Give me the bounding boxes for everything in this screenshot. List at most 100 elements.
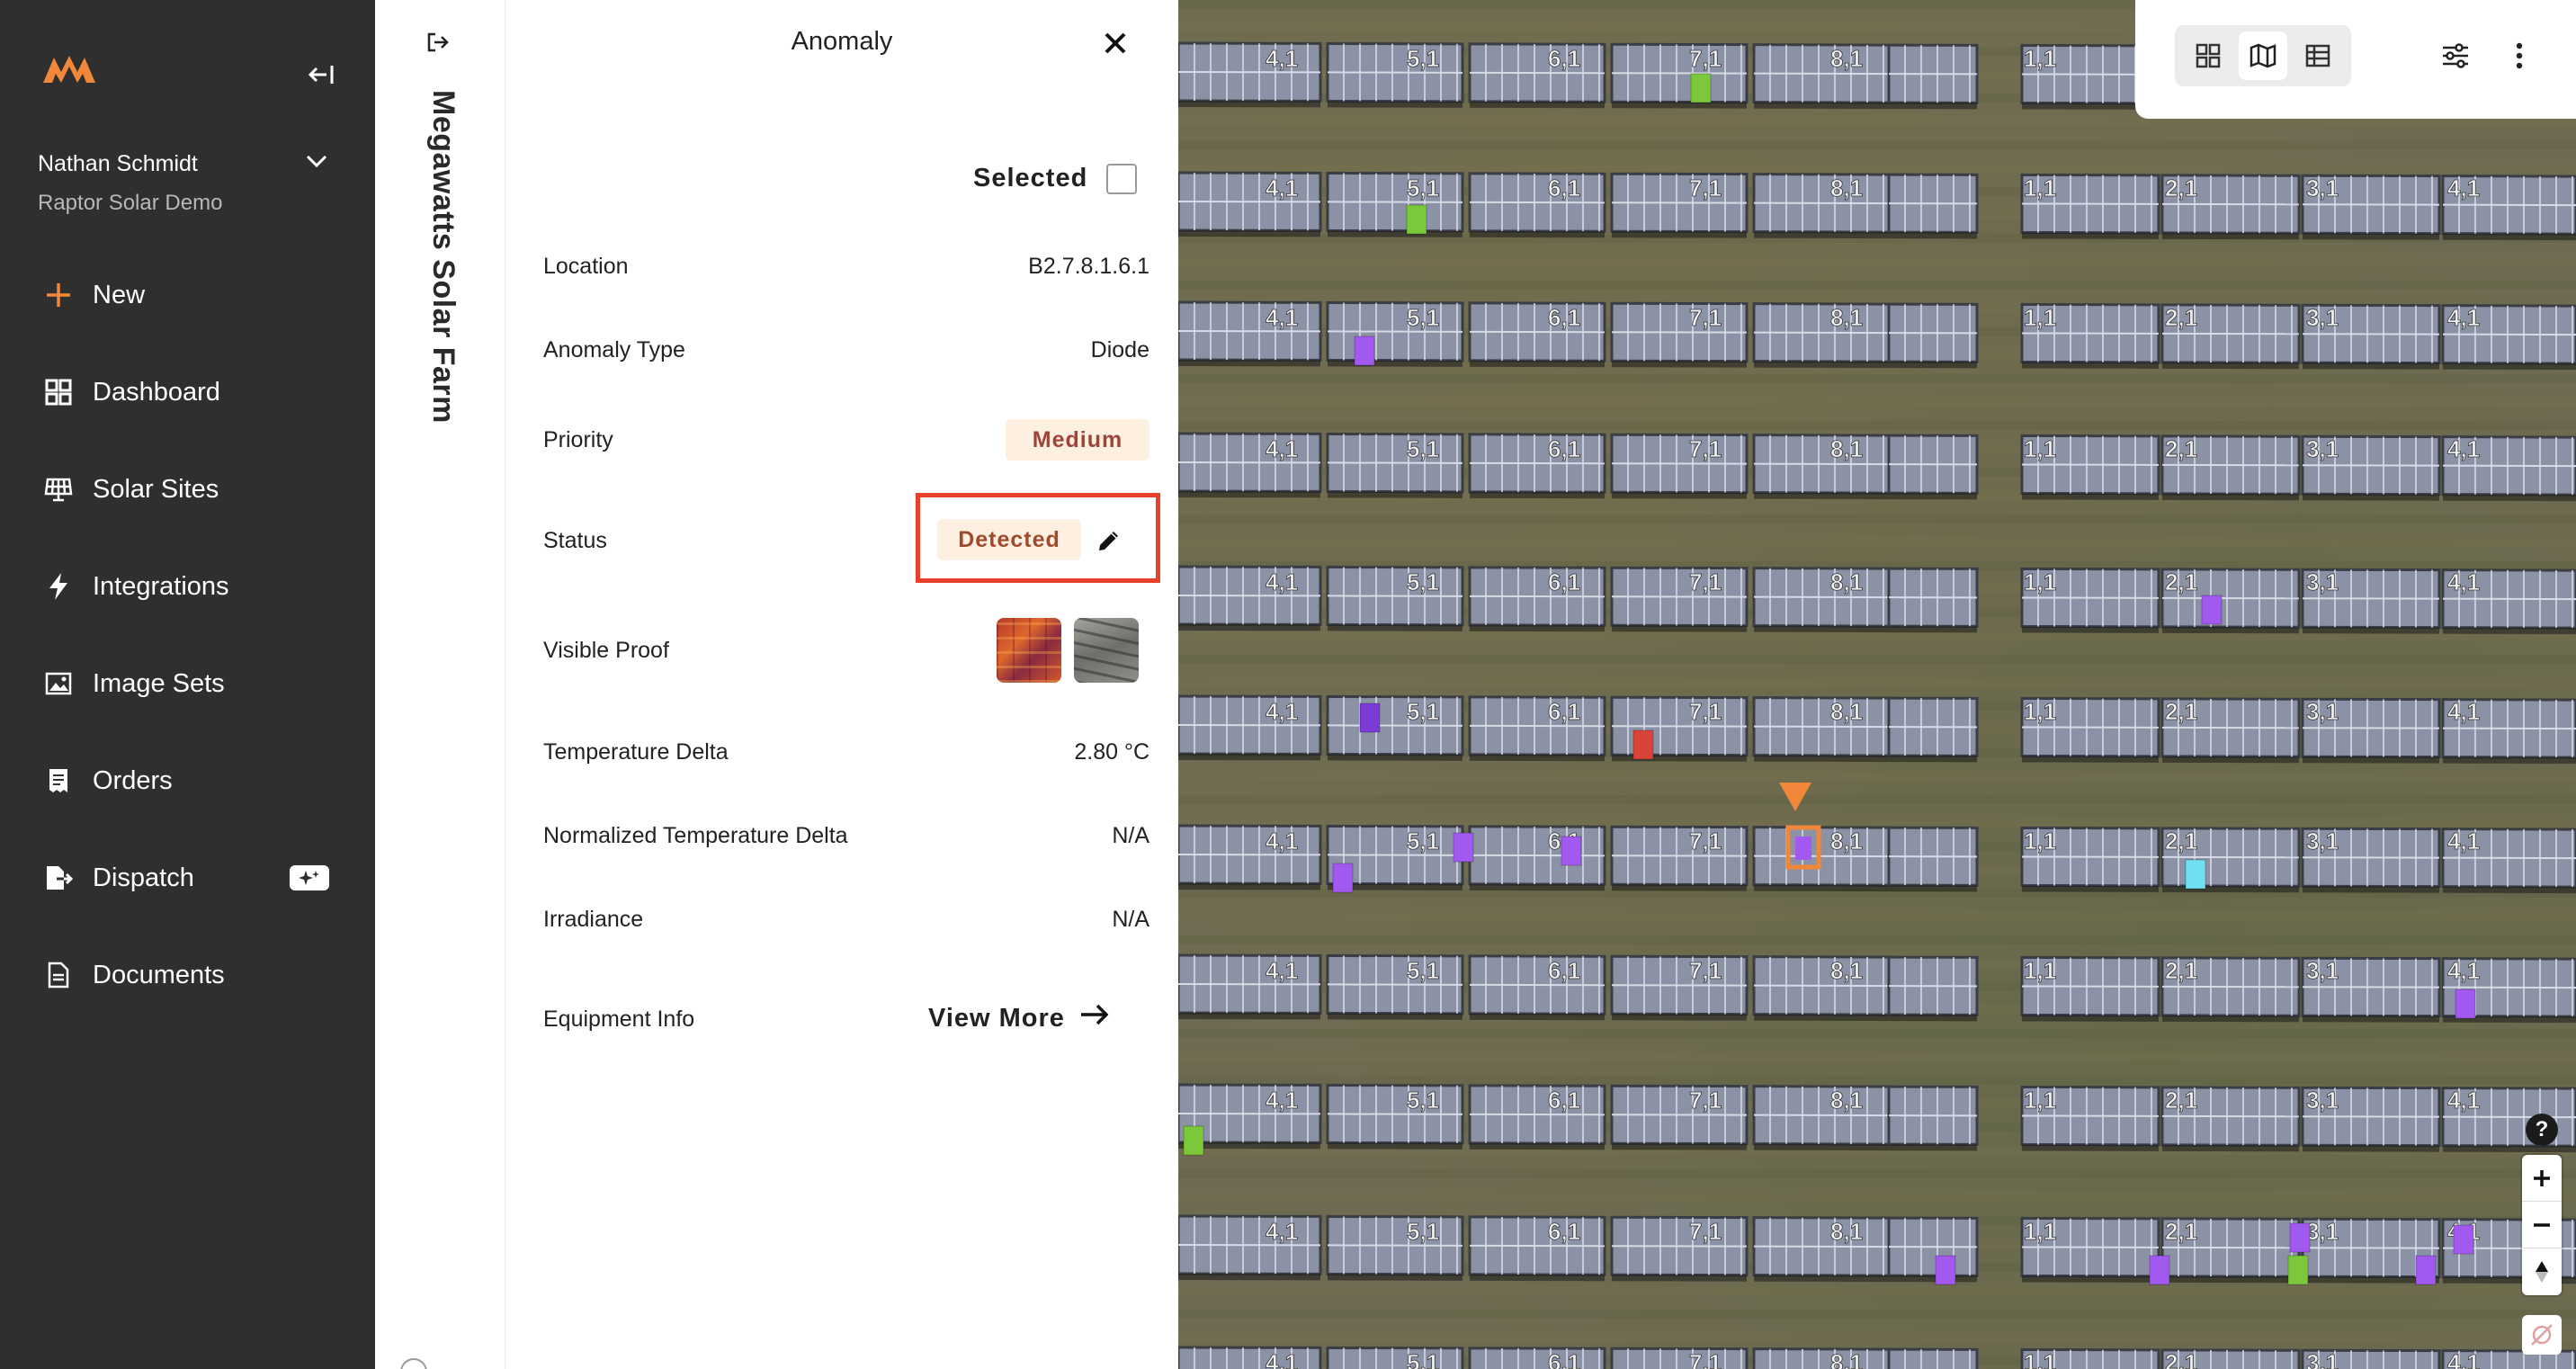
organization-name: Raptor Solar Demo [38, 191, 223, 215]
selected-anomaly-marker [1795, 837, 1811, 860]
irradiance-label: Irradiance [543, 907, 644, 932]
panel-shadow [1754, 492, 1889, 500]
block-label: 4,1 [2447, 1087, 2480, 1114]
panel-shadow [1754, 755, 1889, 763]
status-label: Status [543, 528, 607, 553]
sidebar-item-label: Integrations [93, 571, 229, 601]
block-label: 2,1 [2165, 1218, 2197, 1245]
block-label: 2,1 [2165, 1087, 2197, 1114]
block-label: 3,1 [2306, 957, 2339, 984]
raptor-logo-icon[interactable] [41, 52, 97, 86]
zoom-in-button[interactable] [2522, 1155, 2562, 1202]
table-view-icon[interactable] [2294, 31, 2342, 80]
map-canvas[interactable]: 4,1 5,1 6,1 7,1 8,1 1,1 4,1 5,1 6,1 7,1 8,1 1,1 2,1 3… [1178, 0, 2576, 1369]
block-label: 8,1 [1830, 698, 1863, 725]
panel-shadow [2022, 626, 2159, 633]
block-label: 3,1 [2306, 435, 2339, 462]
sidebar-item-label: Dashboard [93, 377, 220, 407]
edit-pencil-icon[interactable] [1094, 525, 1124, 556]
location-value: B2.7.8.1.6.1 [1028, 254, 1149, 279]
view-more-button[interactable]: View More [928, 1000, 1110, 1036]
anomaly-panel: Anomaly Selected Location B2.7.8.1.6.1 A… [505, 0, 1178, 1369]
grass-texture [1178, 1193, 2576, 1202]
panel-shadow [1328, 360, 1462, 367]
panel-shadow [2443, 233, 2576, 241]
anomaly-marker [2455, 989, 2476, 1019]
sidebar-item-new[interactable]: New [0, 259, 375, 331]
help-icon[interactable]: ? [2526, 1114, 2558, 1146]
grass-texture [1178, 1310, 2576, 1319]
sidebar-item-image-sets[interactable]: Image Sets [0, 648, 375, 720]
compass-icon[interactable] [2522, 1248, 2562, 1295]
solar-map[interactable]: 4,1 5,1 6,1 7,1 8,1 1,1 4,1 5,1 6,1 7,1 8,1 1,1 2,1 3… [1178, 0, 2576, 1369]
block-label: 8,1 [1830, 828, 1863, 855]
sidebar-item-dashboard[interactable]: Dashboard [0, 356, 375, 428]
chevron-down-icon[interactable] [304, 151, 329, 171]
panel-shadow [1328, 1013, 1462, 1020]
sidebar-item-integrations[interactable]: Integrations [0, 550, 375, 622]
sidebar-item-label: Dispatch [93, 863, 194, 892]
grass-texture [1178, 1029, 2576, 1038]
panel-shadow [2162, 1275, 2299, 1284]
anomaly-marker [2149, 1255, 2170, 1285]
block-label: 8,1 [1830, 45, 1863, 72]
normalized-temp-delta-label: Normalized Temperature Delta [543, 823, 848, 848]
sidebar-item-documents[interactable]: Documents [0, 939, 375, 1011]
close-icon[interactable] [1097, 25, 1133, 61]
anomaly-type-value: Diode [1090, 337, 1149, 362]
grass-texture [1178, 1076, 2576, 1085]
panel-shadow [2022, 1015, 2159, 1022]
block-label: 7,1 [1689, 304, 1722, 331]
block-label: 4,1 [1266, 828, 1298, 855]
panel-shadow [1328, 101, 1462, 108]
zoom-out-button[interactable] [2522, 1202, 2562, 1248]
block-label: 8,1 [1830, 1087, 1863, 1114]
block-label: 3,1 [2306, 1349, 2339, 1369]
panel-shadow [1178, 1013, 1320, 1020]
block-label: 8,1 [1830, 957, 1863, 984]
block-label: 2,1 [2165, 957, 2197, 984]
info-icon[interactable] [400, 1358, 427, 1369]
panel-shadow [2443, 362, 2576, 371]
sidebar-item-label: Orders [93, 765, 173, 795]
site-strip: Megawatts Solar Farm [375, 0, 505, 1369]
view-more-label: View More [928, 1003, 1065, 1033]
panel-shadow [2443, 627, 2576, 635]
panel-shadow [2022, 232, 2159, 239]
block-label: 5,1 [1407, 828, 1439, 855]
block-label: 6,1 [1548, 45, 1580, 72]
map-view-icon[interactable] [2238, 31, 2287, 80]
block-label: 6,1 [1548, 435, 1580, 462]
panel-shadow [1754, 1275, 1889, 1283]
anomaly-marker [1332, 863, 1354, 893]
panel-shadow [1889, 103, 1977, 110]
selected-checkbox[interactable] [1106, 164, 1137, 194]
user-name[interactable]: Nathan Schmidt [38, 151, 198, 177]
panel-shadow [2303, 233, 2439, 240]
panel-shadow [2022, 362, 2159, 369]
panel-shadow [2303, 1016, 2439, 1023]
priority-badge: Medium [1006, 419, 1149, 461]
sidebar-item-orders[interactable]: Orders [0, 745, 375, 817]
sidebar-item-dispatch[interactable]: Dispatch [0, 842, 375, 914]
panel-shadow [1178, 754, 1320, 761]
grass-texture [1178, 514, 2576, 523]
block-label: 3,1 [2306, 1218, 2339, 1245]
block-label: 1,1 [2024, 698, 2056, 725]
sidebar-item-solar-sites[interactable]: Solar Sites [0, 453, 375, 525]
thermal-proof-thumbnail[interactable] [997, 618, 1061, 683]
exit-site-icon[interactable] [420, 27, 456, 58]
solar-panel-icon [43, 474, 74, 505]
block-label: 7,1 [1689, 174, 1722, 201]
locate-off-icon[interactable] [2522, 1315, 2562, 1355]
more-vertical-icon[interactable] [2506, 40, 2533, 72]
block-label: 2,1 [2165, 828, 2197, 855]
panel-table [1178, 1346, 1322, 1369]
grid-view-icon[interactable] [2184, 31, 2232, 80]
visual-proof-thumbnail[interactable] [1074, 618, 1139, 683]
block-label: 4,1 [2447, 568, 2480, 595]
collapse-sidebar-icon[interactable] [302, 61, 338, 88]
panel-table [1610, 1347, 1749, 1369]
panel-shadow [1470, 883, 1605, 891]
filter-sliders-icon[interactable] [2437, 40, 2473, 72]
